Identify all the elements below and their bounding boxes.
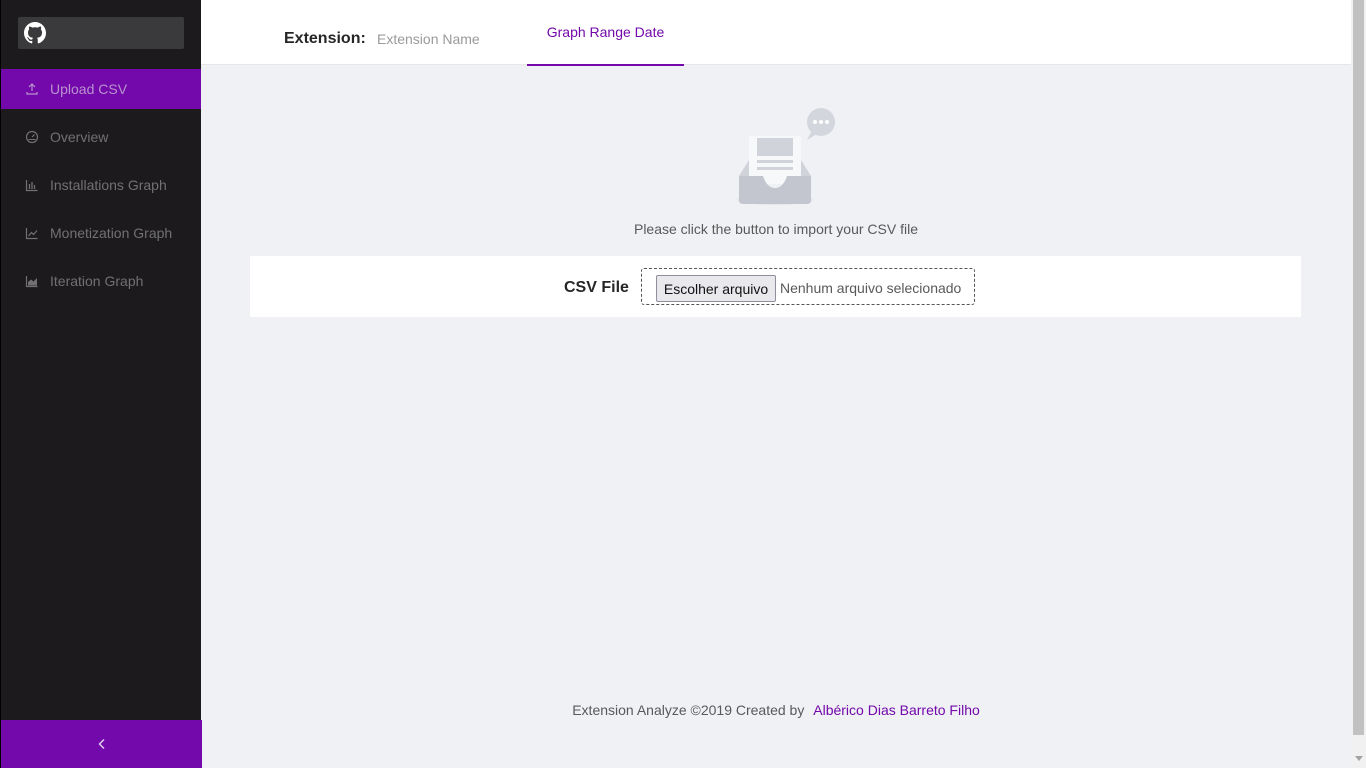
github-icon [24,22,46,44]
empty-inbox-icon [737,108,835,205]
sidebar-item-installations-graph[interactable]: Installations Graph [1,165,201,205]
line-chart-icon [25,226,39,240]
area-chart-icon [25,274,39,288]
author-link[interactable]: Albérico Dias Barreto Filho [813,702,980,718]
bar-chart-icon [25,178,39,192]
sidebar: Upload CSV Overview Installations Graph … [0,0,202,768]
sidebar-item-label: Monetization Graph [50,225,173,241]
csv-upload-panel: CSV File Escolher arquivo Nenhum arquivo… [250,256,1301,317]
logo[interactable] [18,17,184,49]
chevron-left-icon [98,739,104,749]
sidebar-item-upload-csv[interactable]: Upload CSV [1,69,201,109]
tab-label: Graph Range Date [546,24,665,40]
tab-graph-range-date[interactable]: Graph Range Date [527,0,684,66]
csv-file-label: CSV File [564,279,629,296]
file-status-text: Nenhum arquivo selecionado [780,280,962,296]
extension-name-input[interactable] [371,26,521,52]
extension-label: Extension: [284,30,366,47]
scroll-down-arrow-icon[interactable] [1355,756,1363,761]
csv-file-input[interactable]: Escolher arquivo Nenhum arquivo selecion… [641,268,975,305]
vertical-scrollbar[interactable] [1351,0,1366,768]
sidebar-item-label: Installations Graph [50,177,167,193]
sidebar-item-iteration-graph[interactable]: Iteration Graph [1,261,201,301]
sidebar-item-label: Overview [50,129,109,145]
sidebar-item-label: Upload CSV [50,81,128,97]
sidebar-collapse-button[interactable] [1,720,202,768]
sidebar-menu: Upload CSV Overview Installations Graph … [1,69,201,309]
scrollbar-thumb[interactable] [1353,0,1364,735]
import-instruction-text: Please click the button to import your C… [633,221,919,237]
upload-icon [25,82,39,96]
footer-text: Extension Analyze ©2019 Created by [572,702,805,718]
sidebar-item-label: Iteration Graph [50,273,144,289]
choose-file-button[interactable]: Escolher arquivo [656,275,776,302]
sidebar-item-overview[interactable]: Overview [1,117,201,157]
top-header: Extension: Graph Range Date [201,0,1351,66]
footer: Extension Analyze ©2019 Created by Albér… [201,702,1351,718]
dashboard-icon [25,130,39,144]
sidebar-item-monetization-graph[interactable]: Monetization Graph [1,213,201,253]
